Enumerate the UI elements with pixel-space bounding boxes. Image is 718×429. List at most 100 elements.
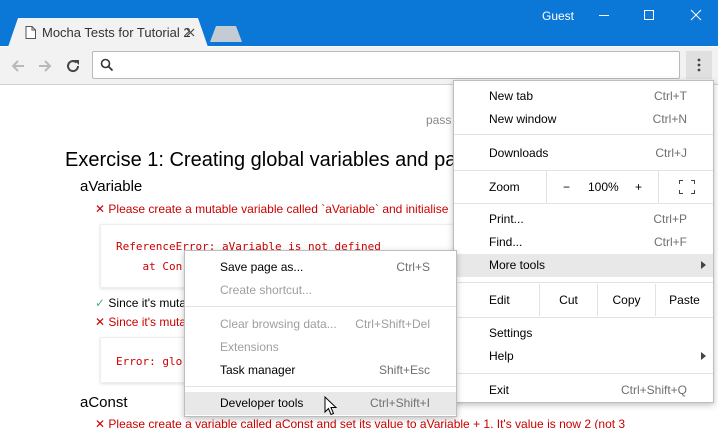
cut-button[interactable]: Cut — [539, 284, 597, 316]
error-icon: ✕ — [95, 315, 106, 329]
menu-divider — [454, 317, 713, 318]
avariable-heading[interactable]: aVariable — [80, 178, 142, 195]
forward-arrow-icon[interactable] — [35, 56, 55, 76]
error-icon: ✕ — [95, 202, 106, 216]
tab-close-icon[interactable] — [186, 28, 195, 37]
failed-test-text: Since it's muta — [108, 315, 187, 329]
menu-item-new-window[interactable]: New window Ctrl+N — [454, 108, 713, 131]
back-arrow-icon[interactable] — [8, 56, 28, 76]
menu-item-new-tab[interactable]: New tab Ctrl+T — [454, 85, 713, 108]
menu-label: More tools — [489, 258, 546, 272]
menu-shortcut: Ctrl+J — [655, 146, 687, 160]
submenu-arrow-icon — [701, 352, 706, 360]
copy-button[interactable]: Copy — [597, 284, 655, 316]
new-tab-button[interactable] — [210, 26, 242, 42]
menu-item-more-tools[interactable]: More tools — [454, 254, 713, 277]
passed-test-text: Since it's muta — [108, 296, 187, 310]
menu-divider — [454, 373, 713, 374]
menu-label: Clear browsing data... — [220, 317, 337, 331]
close-window-icon[interactable] — [686, 5, 706, 25]
menu-label: Help — [489, 349, 514, 363]
submenu-item-save-page[interactable]: Save page as... Ctrl+S — [185, 256, 456, 279]
avariable-error[interactable]: ✕ Please create a mutable variable calle… — [95, 202, 448, 216]
menu-label: Settings — [489, 326, 533, 340]
menu-item-help[interactable]: Help — [454, 345, 713, 368]
search-icon — [100, 58, 114, 72]
check-icon: ✓ — [95, 296, 106, 310]
menu-shortcut: Ctrl+Shift+I — [369, 396, 430, 410]
aconst-error[interactable]: ✕ Please create a variable called aConst… — [95, 417, 625, 429]
edit-label: Edit — [489, 293, 510, 307]
submenu-arrow-icon — [701, 261, 706, 269]
menu-label: Extensions — [220, 340, 279, 354]
menu-shortcut: Ctrl+Shift+Q — [620, 383, 687, 397]
menu-item-downloads[interactable]: Downloads Ctrl+J — [454, 142, 713, 165]
edit-row: Edit Cut Copy Paste — [454, 284, 713, 316]
error-text: Please create a variable called aConst a… — [108, 417, 626, 429]
error-text: Please create a mutable variable called … — [108, 202, 449, 216]
menu-shortcut: Ctrl+N — [652, 112, 687, 126]
menu-divider — [454, 282, 713, 283]
tab-title: Mocha Tests for Tutorial 2 — [42, 25, 191, 40]
menu-shortcut: Ctrl+Shift+Del — [355, 317, 430, 331]
menu-label: Exit — [489, 383, 510, 397]
error-icon: ✕ — [95, 417, 106, 429]
menu-divider — [454, 203, 713, 204]
title-bar: Mocha Tests for Tutorial 2 Guest — [0, 0, 718, 47]
submenu-item-clear-data: Clear browsing data... Ctrl+Shift+Del — [185, 313, 456, 336]
test-stats: pass — [426, 113, 452, 127]
zoom-label: Zoom — [489, 180, 520, 194]
fullscreen-icon — [679, 180, 695, 194]
paste-button[interactable]: Paste — [655, 284, 713, 316]
menu-shortcut: Ctrl+S — [396, 260, 430, 274]
menu-shortcut: Ctrl+F — [654, 235, 687, 249]
menu-label: New tab — [489, 89, 534, 103]
error-message: Error: glo — [116, 355, 183, 368]
zoom-controls: − 100% + — [546, 171, 658, 203]
menu-divider — [185, 306, 456, 307]
menu-divider — [454, 134, 713, 135]
menu-shortcut: Ctrl+P — [653, 212, 687, 226]
submenu-item-extensions: Extensions — [185, 336, 456, 359]
aconst-heading[interactable]: aConst — [80, 394, 128, 411]
exercise-heading: Exercise 1: Creating global variables an… — [65, 149, 457, 171]
menu-label: Downloads — [489, 146, 549, 160]
menu-label: Save page as... — [220, 260, 304, 274]
menu-item-print[interactable]: Print... Ctrl+P — [454, 208, 713, 231]
stack-line: at Con — [116, 260, 183, 273]
browser-menu-button[interactable] — [686, 51, 712, 79]
submenu-item-task-manager[interactable]: Task manager Shift+Esc — [185, 359, 456, 382]
profile-label[interactable]: Guest — [542, 9, 574, 23]
zoom-row: Zoom − 100% + — [454, 171, 713, 203]
menu-label: Task manager — [220, 363, 296, 377]
zoom-in-button[interactable]: + — [635, 171, 642, 203]
fullscreen-button[interactable] — [658, 171, 713, 203]
menu-label: New window — [489, 112, 557, 126]
menu-label: Find... — [489, 235, 523, 249]
failed-test[interactable]: ✕ Since it's muta — [95, 315, 186, 329]
zoom-out-button[interactable]: − — [563, 171, 570, 203]
submenu-item-developer-tools[interactable]: Developer tools Ctrl+Shift+I — [185, 392, 456, 415]
address-bar[interactable] — [92, 51, 680, 79]
more-tools-submenu: Save page as... Ctrl+S Create shortcut..… — [184, 250, 457, 417]
maximize-icon[interactable] — [639, 5, 659, 25]
passed-test[interactable]: ✓ Since it's muta — [95, 296, 186, 310]
menu-item-settings[interactable]: Settings — [454, 322, 713, 345]
zoom-level: 100% — [588, 180, 619, 194]
browser-tab[interactable]: Mocha Tests for Tutorial 2 — [8, 18, 208, 47]
menu-label: Print... — [489, 212, 524, 226]
submenu-item-create-shortcut: Create shortcut... — [185, 279, 456, 302]
mouse-cursor-icon — [324, 396, 338, 416]
page-icon — [25, 26, 36, 39]
menu-shortcut: Shift+Esc — [378, 363, 430, 377]
menu-divider — [185, 386, 456, 387]
menu-label: Developer tools — [220, 396, 304, 410]
kebab-menu-icon — [697, 58, 701, 72]
minimize-icon[interactable] — [594, 5, 614, 25]
reload-icon[interactable] — [63, 56, 83, 76]
menu-shortcut: Ctrl+T — [654, 89, 687, 103]
menu-item-find[interactable]: Find... Ctrl+F — [454, 231, 713, 254]
menu-item-exit[interactable]: Exit Ctrl+Shift+Q — [454, 379, 713, 402]
browser-menu: New tab Ctrl+T New window Ctrl+N Downloa… — [453, 80, 714, 403]
menu-label: Create shortcut... — [220, 283, 313, 297]
